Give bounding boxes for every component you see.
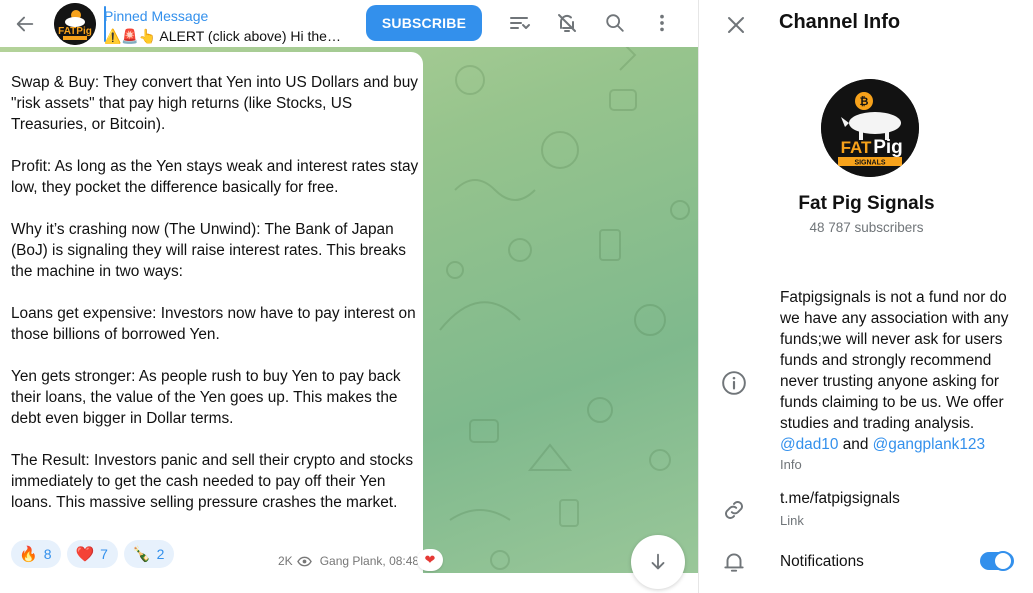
link-label: Link xyxy=(780,513,804,528)
channel-description: Fatpigsignals is not a fund nor do we ha… xyxy=(780,287,1026,455)
message-paragraph: Yen gets stronger: As people rush to buy… xyxy=(11,368,401,427)
heart-icon: ❤️ xyxy=(75,546,95,563)
svg-text:FATPig: FATPig xyxy=(58,26,92,37)
pinned-text: ⚠️🚨👆 ALERT (click above) Hi there, from xyxy=(104,27,344,44)
message-paragraph: Swap & Buy: They convert that Yen into U… xyxy=(11,74,418,133)
notifications-label: Notifications xyxy=(780,553,864,570)
channel-info-panel: Channel Info ₿ FAT Pig SIGNALS Fat Pig S… xyxy=(698,0,1033,593)
reactions-row: 🔥 8 ❤️ 7 🍾 2 xyxy=(11,540,175,568)
message-bubble[interactable]: Swap & Buy: They convert that Yen into U… xyxy=(0,52,423,573)
mention-link-gangplank123[interactable]: @gangplank123 xyxy=(873,436,985,453)
bell-icon xyxy=(721,549,747,580)
svg-text:₿: ₿ xyxy=(860,96,869,108)
info-label: Info xyxy=(780,457,802,472)
message-paragraph: The Result: Investors panic and sell the… xyxy=(11,452,414,511)
champagne-icon: 🍾 xyxy=(131,546,151,563)
message-paragraph: Profit: As long as the Yen stays weak an… xyxy=(11,158,419,196)
arrow-down-icon xyxy=(651,553,665,570)
reaction-heart[interactable]: ❤️ 7 xyxy=(67,540,118,568)
panel-title: Channel Info xyxy=(779,11,901,33)
mention-link-dad10[interactable]: @dad10 xyxy=(780,436,838,453)
search-icon xyxy=(606,14,624,32)
reaction-count: 8 xyxy=(43,546,52,562)
link-icon xyxy=(721,497,747,528)
logo-text-pig: Pig xyxy=(873,137,903,158)
info-icon xyxy=(721,370,747,401)
pinned-message[interactable]: Pinned Message ⚠️🚨👆 ALERT (click above) … xyxy=(104,4,354,44)
telegram-window: FATPig Pinned Message ⚠️🚨👆 ALERT (click … xyxy=(0,0,1033,593)
own-reaction-heart[interactable]: ❤ xyxy=(417,549,443,571)
toggle-knob xyxy=(993,551,1013,571)
message-paragraph: Loans get expensive: Investors now have … xyxy=(11,305,416,343)
search-button[interactable] xyxy=(600,8,630,38)
reaction-fire[interactable]: 🔥 8 xyxy=(11,540,62,568)
chat-area[interactable]: FATPig Pinned Message ⚠️🚨👆 ALERT (click … xyxy=(0,0,698,593)
message-paragraph: Why it’s crashing now (The Unwind): The … xyxy=(11,221,406,280)
live-stream-button[interactable] xyxy=(504,8,534,38)
description-text: Fatpigsignals is not a fund nor do we ha… xyxy=(780,289,1009,432)
chat-header: FATPig Pinned Message ⚠️🚨👆 ALERT (click … xyxy=(0,0,698,47)
pinned-title: Pinned Message xyxy=(104,7,209,24)
view-count: 2K xyxy=(278,554,293,568)
close-icon xyxy=(728,17,744,33)
chat-bottom-strip xyxy=(0,573,698,593)
logo-text-fat: FAT xyxy=(841,138,872,157)
scroll-to-bottom-button[interactable] xyxy=(631,535,685,589)
subscriber-count: 48 787 subscribers xyxy=(809,220,924,235)
subscribe-button[interactable]: SUBSCRIBE xyxy=(366,5,482,41)
logo-text-signals: SIGNALS xyxy=(854,160,885,167)
fat-pig-signals-logo: ₿ FAT Pig SIGNALS xyxy=(821,79,919,177)
fat-pig-logo-small: FATPig xyxy=(54,2,96,45)
channel-link[interactable]: t.me/fatpigsignals xyxy=(780,490,900,508)
back-button[interactable] xyxy=(0,0,50,47)
author-time: Gang Plank, 08:48 xyxy=(319,554,420,568)
eye-icon xyxy=(296,556,312,566)
reaction-count: 2 xyxy=(156,546,165,562)
channel-name: Fat Pig Signals xyxy=(798,193,935,214)
more-button[interactable] xyxy=(647,8,677,38)
message-meta: 2K Gang Plank, 08:48 xyxy=(278,554,419,568)
mention-separator: and xyxy=(842,436,869,453)
notifications-toggle[interactable] xyxy=(980,551,1014,571)
reaction-count: 7 xyxy=(100,546,108,562)
mute-button[interactable] xyxy=(552,8,582,38)
broadcast-icon xyxy=(510,17,530,29)
pinned-avatar[interactable]: FATPig xyxy=(54,2,96,45)
reaction-champagne[interactable]: 🍾 2 xyxy=(123,540,175,568)
bell-off-icon xyxy=(558,14,576,32)
close-button[interactable] xyxy=(721,10,751,40)
arrow-left-icon xyxy=(16,16,34,31)
channel-avatar[interactable]: ₿ FAT Pig SIGNALS xyxy=(821,79,919,177)
fire-icon: 🔥 xyxy=(19,546,38,563)
more-vertical-icon xyxy=(660,14,664,32)
